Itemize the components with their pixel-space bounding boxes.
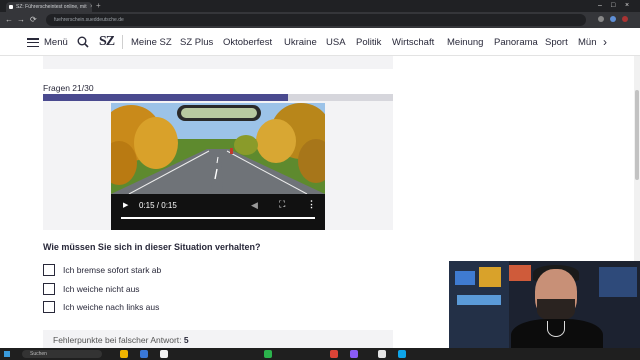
taskbar-app-icon[interactable]	[140, 350, 148, 358]
address-bar[interactable]: fuehrerschein.sueddeutsche.de	[46, 14, 586, 26]
previous-section-panel	[43, 56, 393, 69]
volume-icon[interactable]: ◀	[251, 200, 258, 211]
browser-tab[interactable]: SZ: Führerscheintest online, mit ×	[6, 2, 92, 12]
close-window-icon[interactable]: ×	[625, 1, 629, 10]
answer-label[interactable]: Ich bremse sofort stark ab	[63, 265, 161, 275]
question-progress-fill	[43, 94, 288, 101]
question-video[interactable]: ▶ 0:15 / 0:15 ◀ ⛶ ⋮	[111, 103, 325, 230]
taskbar-search[interactable]: Suchen	[22, 350, 102, 358]
nav-item-wirtschaft[interactable]: Wirtschaft	[392, 37, 434, 48]
maximize-icon[interactable]: □	[611, 1, 615, 10]
site-navigation: Menü SZ Meine SZ SZ Plus Oktoberfest Ukr…	[0, 28, 640, 56]
webcam-overlay	[449, 261, 640, 348]
driving-scene-frame	[111, 103, 325, 195]
question-progress-bar	[43, 94, 393, 101]
answer-checkbox[interactable]	[43, 301, 55, 313]
taskbar-app-icon[interactable]	[350, 350, 358, 358]
nav-item-muenchen[interactable]: Mün	[578, 37, 596, 48]
video-scrubber[interactable]	[121, 217, 315, 219]
penalty-label: Fehlerpunkte bei falscher Antwort:	[53, 335, 182, 345]
new-tab-icon[interactable]: +	[96, 2, 101, 10]
scrollbar-thumb[interactable]	[635, 90, 639, 180]
windows-start-icon[interactable]	[4, 351, 10, 357]
hamburger-icon[interactable]	[27, 38, 39, 48]
penalty-panel: Fehlerpunkte bei falscher Antwort: 5	[43, 330, 393, 350]
taskbar-app-icon[interactable]	[264, 350, 272, 358]
answer-label[interactable]: Ich weiche nach links aus	[63, 302, 159, 312]
nav-item-meinung[interactable]: Meinung	[447, 37, 483, 48]
taskbar-app-icon[interactable]	[378, 350, 386, 358]
penalty-info: Fehlerpunkte bei falscher Antwort: 5	[53, 335, 189, 345]
browser-toolbar: ← → ⟳ fuehrerschein.sueddeutsche.de	[0, 12, 640, 28]
minimize-icon[interactable]: –	[598, 1, 602, 10]
menu-button[interactable]: Menü	[44, 37, 68, 48]
penalty-value: 5	[183, 335, 189, 345]
question-progress-label: Fragen 21/30	[43, 83, 94, 93]
answer-checkbox[interactable]	[43, 283, 55, 295]
reload-icon[interactable]: ⟳	[30, 15, 37, 25]
browser-tab-bar: SZ: Führerscheintest online, mit × + – □…	[0, 0, 640, 12]
browser-tab-title: SZ: Führerscheintest online, mit	[16, 4, 87, 10]
nav-divider	[122, 35, 123, 49]
nav-item-oktoberfest[interactable]: Oktoberfest	[223, 37, 272, 48]
sz-logo[interactable]: SZ	[99, 34, 115, 50]
sz-favicon-icon	[9, 5, 13, 9]
answer-option[interactable]: Ich weiche nicht aus	[43, 283, 243, 295]
nav-item-meine-sz[interactable]: Meine SZ	[131, 37, 172, 48]
answer-option[interactable]: Ich weiche nach links aus	[43, 301, 243, 313]
nav-item-sz-plus[interactable]: SZ Plus	[180, 37, 213, 48]
taskbar-app-icon[interactable]	[160, 350, 168, 358]
os-taskbar: Suchen	[0, 348, 640, 360]
back-icon[interactable]: ←	[5, 15, 13, 25]
taskbar-app-icon[interactable]	[398, 350, 406, 358]
nav-item-usa[interactable]: USA	[326, 37, 346, 48]
taskbar-app-icon[interactable]	[120, 350, 128, 358]
forward-icon[interactable]: →	[17, 15, 25, 25]
nav-item-politik[interactable]: Politik	[356, 37, 381, 48]
nav-item-sport[interactable]: Sport	[545, 37, 568, 48]
search-icon[interactable]	[77, 36, 89, 48]
fullscreen-icon[interactable]: ⛶	[279, 199, 285, 210]
video-controls: ▶ 0:15 / 0:15 ◀ ⛶ ⋮	[111, 194, 325, 230]
more-vertical-icon[interactable]: ⋮	[307, 199, 316, 210]
answer-checkbox[interactable]	[43, 264, 55, 276]
nav-scroll-right-icon[interactable]: ›	[603, 35, 607, 49]
nav-item-ukraine[interactable]: Ukraine	[284, 37, 317, 48]
streamer-chain	[547, 321, 565, 337]
video-time: 0:15 / 0:15	[139, 201, 177, 210]
answer-option[interactable]: Ich bremse sofort stark ab	[43, 264, 243, 276]
answer-label[interactable]: Ich weiche nicht aus	[63, 284, 140, 294]
profile-avatar[interactable]	[622, 16, 628, 22]
close-tab-icon[interactable]: ×	[90, 4, 92, 10]
question-text: Wie müssen Sie sich in dieser Situation …	[43, 242, 261, 252]
play-icon[interactable]: ▶	[123, 201, 128, 209]
nav-item-panorama[interactable]: Panorama	[494, 37, 538, 48]
bookmark-icon[interactable]	[598, 16, 604, 22]
extension-icon[interactable]	[610, 16, 616, 22]
taskbar-app-icon[interactable]	[330, 350, 338, 358]
streamer-beard	[537, 299, 575, 321]
